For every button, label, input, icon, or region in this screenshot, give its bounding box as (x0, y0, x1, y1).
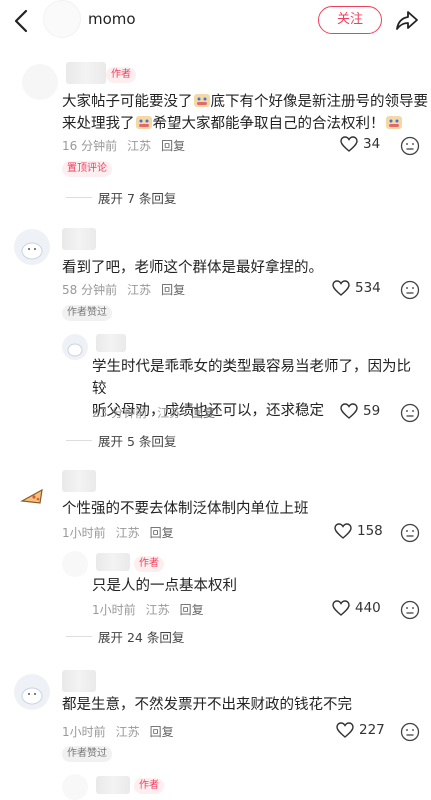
like-button[interactable]: 59 (340, 403, 380, 419)
reply-meta: 1小时前 江苏 回复 (92, 603, 204, 617)
comment-meta: 58 分钟前 江苏 回复 (62, 283, 186, 297)
like-button[interactable]: 158 (334, 523, 383, 539)
reply-button[interactable]: 回复 (161, 139, 185, 153)
follow-button[interactable]: 关注 (318, 6, 382, 34)
dislike-face-icon[interactable] (400, 722, 420, 742)
dislike-face-icon[interactable] (400, 523, 420, 543)
dislike-face-icon[interactable] (400, 136, 420, 156)
reply-button[interactable]: 回复 (191, 406, 215, 420)
cartoon-avatar-icon (14, 229, 50, 265)
crying-emoji-icon (193, 92, 211, 108)
expand-replies-button[interactable]: 展开 7 条回复 (66, 188, 176, 207)
crying-emoji-icon (135, 114, 153, 130)
blurred-username (96, 776, 130, 794)
share-icon[interactable] (395, 8, 419, 32)
cartoon-avatar-icon (62, 334, 88, 360)
dislike-face-icon[interactable] (400, 280, 420, 300)
comment-meta: 16 分钟前 江苏 回复 (62, 139, 186, 153)
heart-icon (340, 403, 358, 419)
dislike-face-icon[interactable] (400, 600, 420, 620)
blurred-username (96, 553, 130, 571)
heart-icon (332, 600, 350, 616)
expand-replies-button[interactable]: 展开 24 条回复 (66, 627, 184, 646)
reply-button[interactable]: 回复 (150, 526, 174, 540)
reply-button[interactable]: 回复 (161, 283, 185, 297)
author-tag: 作者 (134, 556, 164, 572)
commenter-avatar[interactable] (14, 476, 50, 512)
like-button[interactable]: 440 (332, 600, 381, 616)
comment-text: 大家帖子可能要没了 底下有个好像是新注册号的领导要 来处理我了 希望大家都能争取自己… (62, 92, 428, 132)
reply-avatar[interactable] (62, 334, 88, 360)
dislike-face-icon[interactable] (400, 403, 420, 423)
pizza-avatar-icon (20, 488, 43, 504)
commenter-avatar[interactable] (22, 64, 58, 100)
comment-meta: 1小时前 江苏 回复 (62, 526, 174, 540)
blurred-username (62, 670, 96, 692)
reply-button[interactable]: 回复 (180, 603, 204, 617)
comment-text: 都是生意，不然发票开不出来财政的钱花不完 (62, 697, 352, 713)
author-liked-tag: 作者赞过 (62, 305, 112, 321)
heart-icon (334, 523, 352, 539)
reply-meta: 23 分钟前 江苏 回复 (92, 406, 216, 420)
like-button[interactable]: 34 (340, 136, 380, 152)
author-tag: 作者 (134, 778, 164, 794)
commenter-avatar[interactable] (14, 229, 50, 265)
reply-text: 只是人的一点基本权利 (92, 578, 237, 594)
expand-replies-button[interactable]: 展开 5 条回复 (66, 431, 176, 450)
author-username[interactable]: momo (88, 10, 136, 28)
blurred-username (62, 470, 96, 492)
blurred-username (66, 62, 106, 84)
blurred-username (96, 334, 126, 352)
comment-meta: 1小时前 江苏 回复 (62, 725, 174, 739)
cartoon-avatar-icon (14, 674, 50, 710)
crying-emoji-icon (385, 114, 403, 130)
heart-icon (340, 136, 358, 152)
blurred-username (62, 228, 96, 250)
author-avatar[interactable] (43, 0, 81, 38)
heart-icon (336, 722, 354, 738)
reply-avatar[interactable] (62, 774, 88, 800)
heart-icon (332, 280, 350, 296)
like-button[interactable]: 227 (336, 722, 385, 738)
commenter-avatar[interactable] (14, 674, 50, 710)
comment-text: 个性强的不要去体制泛体制内单位上班 (62, 501, 309, 517)
back-arrow-icon[interactable] (10, 8, 34, 34)
author-tag: 作者 (106, 67, 136, 83)
comment-text: 看到了吧，老师这个群体是最好拿捏的。 (62, 260, 323, 276)
author-liked-tag: 作者赞过 (62, 746, 112, 762)
top-bar: momo 关注 (0, 0, 431, 44)
like-button[interactable]: 534 (332, 280, 381, 296)
reply-avatar[interactable] (62, 551, 88, 577)
reply-button[interactable]: 回复 (150, 725, 174, 739)
pinned-comment-tag: 置顶评论 (62, 161, 112, 177)
